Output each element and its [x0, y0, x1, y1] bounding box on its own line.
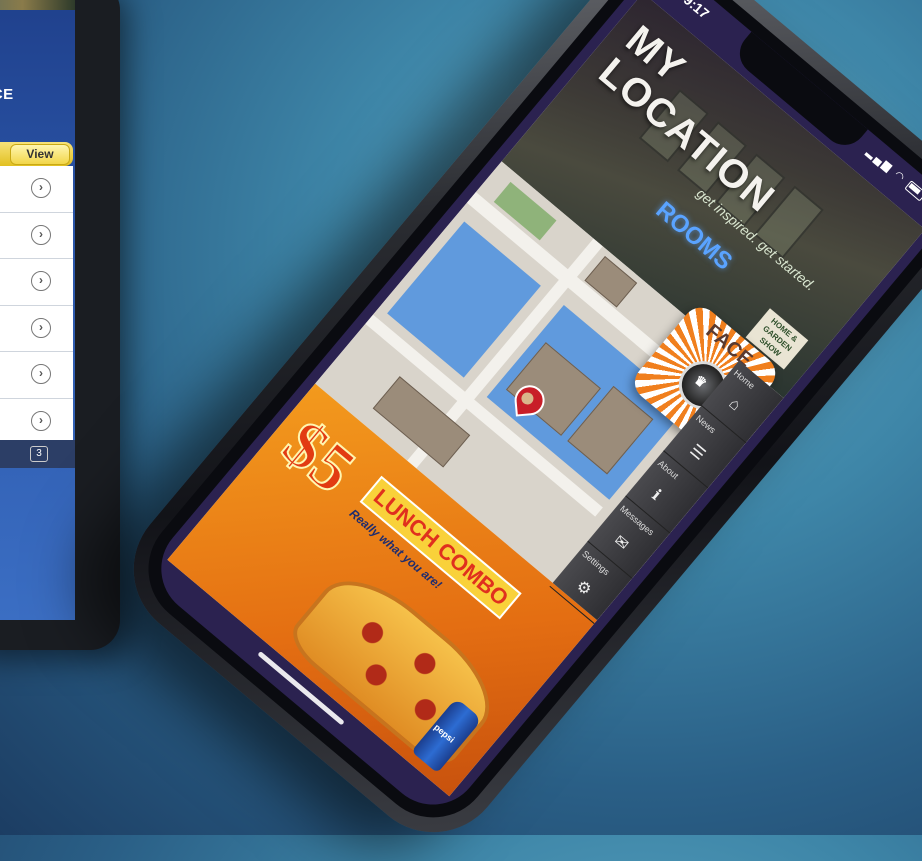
list-item[interactable]: › — [0, 305, 73, 352]
chevron-right-icon[interactable]: › — [31, 410, 51, 431]
list-item[interactable]: › — [0, 398, 73, 445]
gear-icon: ⚙ — [572, 577, 595, 600]
chevron-right-icon[interactable]: › — [31, 364, 51, 384]
tablet-header-photo — [0, 0, 75, 10]
menu-item-label: About — [656, 458, 681, 482]
user-avatar — [520, 391, 534, 405]
list-item[interactable]: › — [0, 352, 73, 399]
menu-item-label: News — [693, 413, 718, 436]
info-icon: ℹ — [648, 486, 664, 504]
tablet-footer: 3 — [0, 440, 75, 468]
list-item[interactable]: › — [0, 166, 73, 213]
phone-body: 09:17 ▂▄▆ ◠ MY LOCATION get inspired. ge… — [105, 0, 922, 861]
chevron-right-icon[interactable]: › — [31, 271, 51, 291]
ad-price: $5 — [268, 404, 371, 508]
signal-icon: ▂▄▆ — [864, 145, 896, 175]
chevron-right-icon[interactable]: › — [31, 178, 51, 198]
logo-crown-icon: ♛ — [691, 371, 710, 391]
drink-brand: pepsi — [432, 722, 457, 745]
view-button[interactable]: View — [10, 144, 70, 165]
chevron-right-icon[interactable]: › — [31, 317, 51, 338]
list-item[interactable]: › — [0, 259, 73, 306]
chat-icon: ✉ — [610, 532, 632, 554]
list-icon: ☰ — [686, 441, 709, 464]
battery-icon — [904, 179, 922, 202]
status-time: 09:17 — [674, 0, 713, 22]
tablet-list: › › › › › › — [0, 166, 73, 445]
list-item[interactable]: › — [0, 212, 73, 259]
chevron-right-icon[interactable]: › — [31, 224, 51, 245]
tabs-count-badge[interactable]: 3 — [30, 446, 48, 462]
tablet-list-header: View — [0, 142, 73, 166]
tablet-screen: ENCE View › › › › › › 3 — [0, 0, 75, 620]
phone-device: 09:17 ▂▄▆ ◠ MY LOCATION get inspired. ge… — [105, 0, 922, 861]
tablet-title: ENCE — [0, 86, 14, 103]
wifi-icon: ◠ — [891, 168, 909, 186]
home-icon: ⌂ — [725, 394, 744, 415]
phone-screen: 09:17 ▂▄▆ ◠ MY LOCATION get inspired. ge… — [141, 0, 922, 825]
background-tablet: ENCE View › › › › › › 3 — [0, 0, 120, 650]
